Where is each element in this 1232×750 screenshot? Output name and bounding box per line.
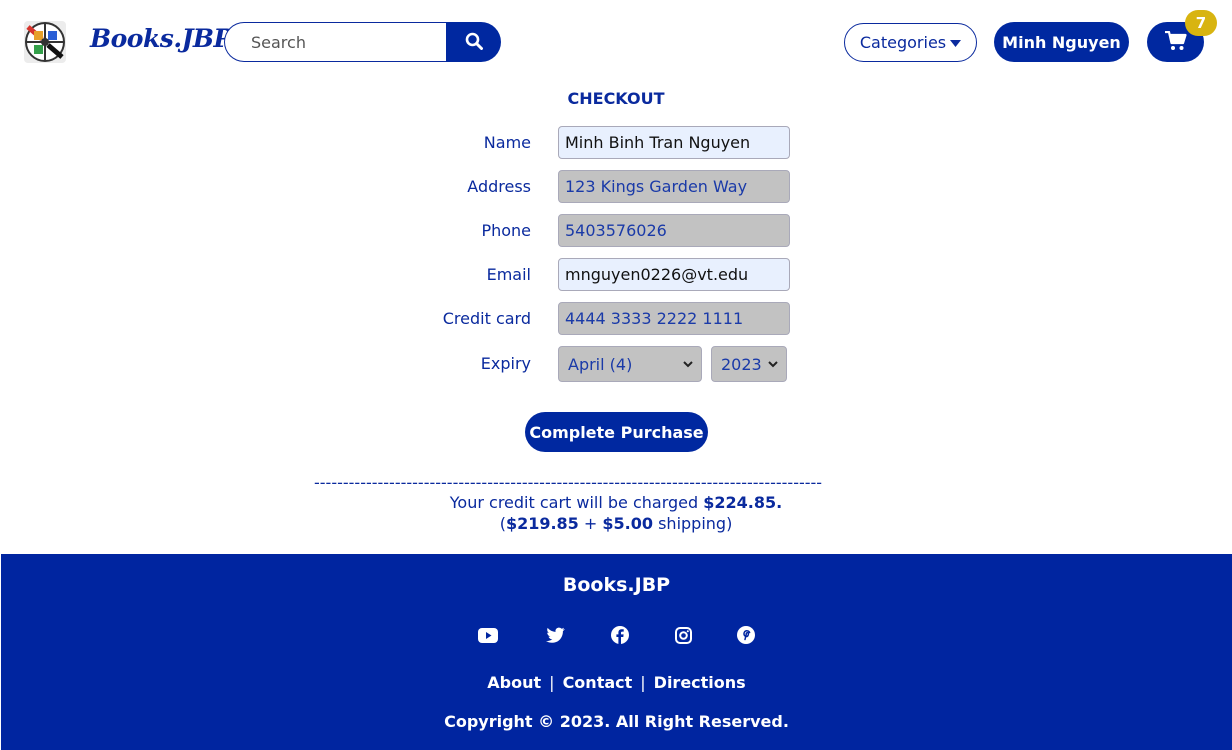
categories-label: Categories	[859, 33, 947, 52]
shipping-suffix: shipping)	[653, 514, 733, 533]
copyright-text: Copyright © 2023. All Right Reserved.	[444, 712, 789, 731]
brand-logo-text[interactable]: Books.JBP	[90, 24, 232, 53]
phone-field[interactable]	[558, 214, 790, 247]
footer-link-about[interactable]: About	[487, 673, 541, 692]
chevron-down-icon	[683, 357, 693, 371]
search-input[interactable]	[224, 22, 448, 62]
categories-dropdown-button[interactable]: Categories	[844, 23, 977, 62]
chevron-down-icon	[768, 357, 778, 371]
search-icon	[465, 32, 483, 53]
complete-purchase-button[interactable]: Complete Purchase	[525, 412, 708, 452]
shopping-cart-icon	[1164, 30, 1187, 54]
search-button[interactable]	[446, 22, 501, 62]
plus-sign: +	[578, 514, 603, 533]
footer-link-directions[interactable]: Directions	[654, 673, 746, 692]
expiry-year-select[interactable]: 2023	[711, 346, 787, 382]
expiry-year-value: 2023	[721, 354, 762, 374]
divider: ----------------------------------------…	[314, 473, 823, 492]
footer-link-contact[interactable]: Contact	[563, 673, 633, 692]
facebook-icon[interactable]	[606, 623, 634, 647]
youtube-icon[interactable]	[474, 623, 502, 647]
footer-brand: Books.JBP	[562, 574, 671, 596]
link-separator: |	[549, 673, 555, 692]
credit-card-label: Credit card	[442, 309, 531, 328]
name-field[interactable]	[558, 126, 790, 159]
expiry-month-value: April (4)	[568, 354, 633, 374]
subtotal-amount: $219.85	[505, 514, 579, 533]
expiry-label: Expiry	[480, 354, 531, 373]
shipping-amount: $5.00	[602, 514, 653, 533]
site-logo[interactable]	[22, 17, 68, 65]
user-account-button[interactable]: Minh Nguyen	[994, 22, 1129, 62]
email-field[interactable]	[558, 258, 790, 291]
caret-down-icon	[950, 33, 962, 52]
charge-summary: Your credit cart will be charged $224.85…	[0, 493, 1232, 512]
phone-label: Phone	[481, 221, 531, 240]
charge-total: $224.85.	[703, 493, 783, 512]
pinterest-icon[interactable]	[732, 623, 760, 647]
link-separator: |	[640, 673, 646, 692]
address-field[interactable]	[558, 170, 790, 203]
checkout-title: CHECKOUT	[567, 89, 665, 108]
expiry-month-select[interactable]: April (4)	[558, 346, 702, 382]
credit-card-field[interactable]	[558, 302, 790, 335]
charge-prefix: Your credit cart will be charged	[449, 493, 704, 512]
address-label: Address	[467, 177, 531, 196]
footer-links: About | Contact | Directions	[1, 673, 1232, 692]
instagram-icon[interactable]	[669, 623, 697, 647]
name-label: Name	[483, 133, 531, 152]
charge-breakdown: ($219.85 + $5.00 shipping)	[0, 514, 1232, 533]
cart-count-badge: 7	[1185, 10, 1217, 36]
email-label: Email	[486, 265, 531, 284]
site-footer: Books.JBP About | Contact | Directions Copyr…	[1, 554, 1232, 750]
search-bar	[224, 22, 501, 62]
twitter-icon[interactable]	[541, 623, 569, 647]
